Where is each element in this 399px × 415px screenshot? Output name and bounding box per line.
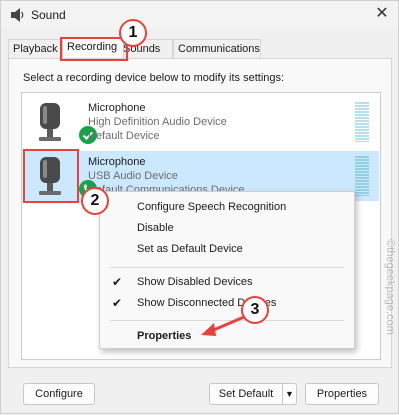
properties-button[interactable]: Properties xyxy=(305,383,379,405)
device-name: Microphone xyxy=(88,156,146,168)
speaker-icon xyxy=(11,8,24,22)
watermark: ©thegeekpage.com xyxy=(384,239,397,335)
microphone-icon xyxy=(39,103,61,141)
level-meter xyxy=(355,102,369,142)
checkmark-icon: ✔ xyxy=(112,296,123,310)
tab-communications[interactable]: Communications xyxy=(173,39,261,58)
context-menu: Configure Speech Recognition Disable Set… xyxy=(99,191,355,349)
recording-tab-highlight xyxy=(60,37,128,61)
device-description: USB Audio Device xyxy=(88,170,178,182)
close-icon[interactable]: ✕ xyxy=(372,4,392,24)
configure-button[interactable]: Configure xyxy=(23,383,95,405)
device-name: Microphone xyxy=(88,102,146,114)
menu-item-show-disconnected[interactable]: ✔ Show Disconnected Devices xyxy=(100,294,354,314)
checkmark-icon: ✔ xyxy=(112,275,123,289)
step-3-badge: 3 xyxy=(241,296,269,324)
device-highlight xyxy=(23,149,79,203)
device-description: High Definition Audio Device xyxy=(88,116,227,128)
level-meter xyxy=(355,156,369,196)
set-default-button[interactable]: Set Default ▼ xyxy=(209,383,297,405)
menu-item-set-default[interactable]: Set as Default Device xyxy=(100,240,354,260)
sound-dialog: Sound ✕ Playback Sounds Communications R… xyxy=(0,0,399,414)
window-title: Sound xyxy=(31,8,66,22)
step-2-badge: 2 xyxy=(81,187,109,215)
menu-item-properties[interactable]: Properties xyxy=(100,327,354,347)
step-1-badge: 1 xyxy=(119,19,147,47)
menu-item-show-disabled[interactable]: ✔ Show Disabled Devices xyxy=(100,273,354,293)
menu-separator xyxy=(110,267,344,268)
chevron-down-icon[interactable]: ▼ xyxy=(282,384,296,404)
device-status: Default Device xyxy=(88,130,160,142)
device-row-hd-audio[interactable]: Microphone High Definition Audio Device … xyxy=(23,97,379,147)
menu-separator xyxy=(110,320,344,321)
tab-playback[interactable]: Playback xyxy=(8,39,62,58)
menu-item-configure-speech[interactable]: Configure Speech Recognition xyxy=(100,198,354,218)
title-bar: Sound ✕ xyxy=(1,1,398,29)
menu-item-disable[interactable]: Disable xyxy=(100,219,354,239)
instruction-text: Select a recording device below to modif… xyxy=(23,72,285,84)
